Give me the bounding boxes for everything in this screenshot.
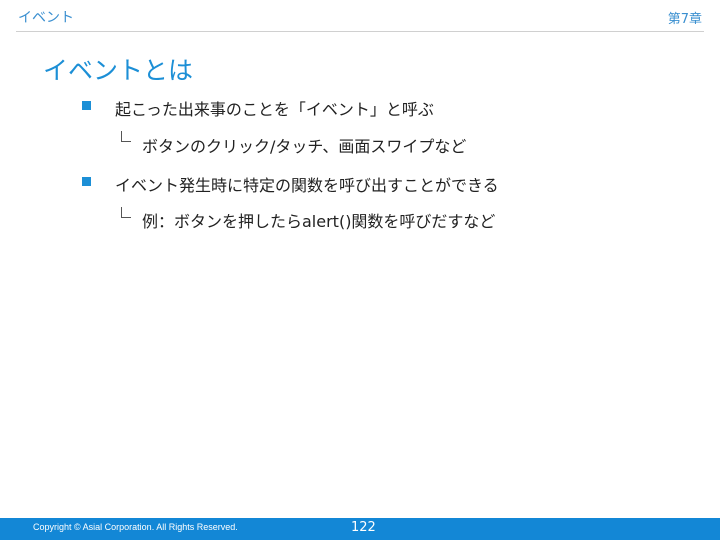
footer-copyright: Copyright © Asial Corporation. All Right…	[33, 522, 238, 532]
sub-item-marker	[121, 207, 131, 218]
footer-bar: Copyright © Asial Corporation. All Right…	[0, 518, 720, 540]
slide-title: イベントとは	[43, 56, 194, 85]
sub-item-text: ボタンのクリック/タッチ、画面スワイプなど	[142, 137, 467, 156]
bullet-text: 起こった出来事のことを「イベント」と呼ぶ	[115, 100, 434, 119]
bullet-marker	[82, 101, 91, 110]
header-chapter-label: 第7章	[667, 12, 702, 27]
page-number: 122	[351, 520, 376, 535]
sub-item-text: 例：ボタンを押したらalert()関数を呼びだすなど	[142, 212, 496, 231]
sub-item-marker	[121, 131, 131, 142]
bullet-marker	[82, 177, 91, 186]
header-section-title: イベント	[18, 10, 74, 26]
header-divider	[16, 31, 704, 32]
bullet-text: イベント発生時に特定の関数を呼び出すことができる	[115, 176, 499, 195]
